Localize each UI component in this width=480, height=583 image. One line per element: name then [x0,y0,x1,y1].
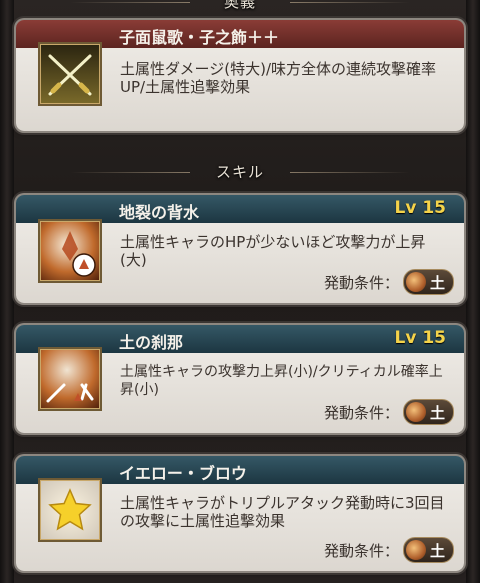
earth-orb-icon [405,272,426,292]
skill-card-3: イエロー・ブロウ 土属性キャラがトリプルアタック発動時に3回目の攻撃に土属性追撃… [16,456,464,571]
earth-orb-icon [405,402,426,422]
skill-name-1: 地裂の背水 [119,203,200,222]
earth-element-badge-1: 土 [402,269,454,295]
right-border [466,0,480,583]
skill-card-1: 地裂の背水 Lv 15 土属性キャラのHPが少ないほど攻撃力が上昇(大) 発動条… [16,195,464,303]
star-icon [38,478,102,542]
skill-description-3: 土属性キャラがトリプルアタック発動時に3回目の攻撃に土属性追撃効果 [120,494,445,530]
condition-label-1: 発動条件： [323,273,399,292]
condition-label-3: 発動条件： [323,541,399,560]
earth-orb-icon [405,540,426,560]
skill-condition-2: 発動条件： 土 [324,399,454,425]
left-border [0,0,14,583]
skill-name-3: イエロー・ブロウ [119,464,247,483]
skill-level-1: Lv 15 [394,198,447,218]
ougi-description: 土属性ダメージ(特大)/味方全体の連続攻撃確率UP/土属性追撃効果 [120,60,437,96]
skill-level-2: Lv 15 [394,328,447,348]
crossed-swords-icon [38,42,102,106]
skill-section-header: スキル [0,161,480,182]
element-text-3: 土 [429,541,445,560]
ougi-card: 子面鼠歌・子之飾＋＋ 土属性ダメージ(特大)/味方全体の連続攻撃確率UP/土属性… [16,20,464,131]
skill-condition-3: 発動条件： 土 [324,537,454,563]
skill-card-2: 土の刹那 Lv 15 土属性キャラの攻撃力上昇(小)/クリティカル確率上昇(小)… [16,325,464,433]
skill-name-2: 土の刹那 [119,333,184,352]
ougi-section-header: 奥義 [0,0,480,12]
skill-description-2: 土属性キャラの攻撃力上昇(小)/クリティカル確率上昇(小) [120,364,443,398]
condition-label-2: 発動条件： [323,403,399,422]
element-text-2: 土 [429,403,445,422]
earth-backwater-icon [38,219,102,283]
earth-element-badge-3: 土 [402,537,454,563]
earth-critical-icon [38,347,102,411]
skill-condition-1: 発動条件： 土 [324,269,454,295]
ougi-name: 子面鼠歌・子之飾＋＋ [119,28,280,47]
skill-description-1: 土属性キャラのHPが少ないほど攻撃力が上昇(大) [120,233,426,269]
earth-element-badge-2: 土 [402,399,454,425]
element-text-1: 土 [429,273,445,292]
